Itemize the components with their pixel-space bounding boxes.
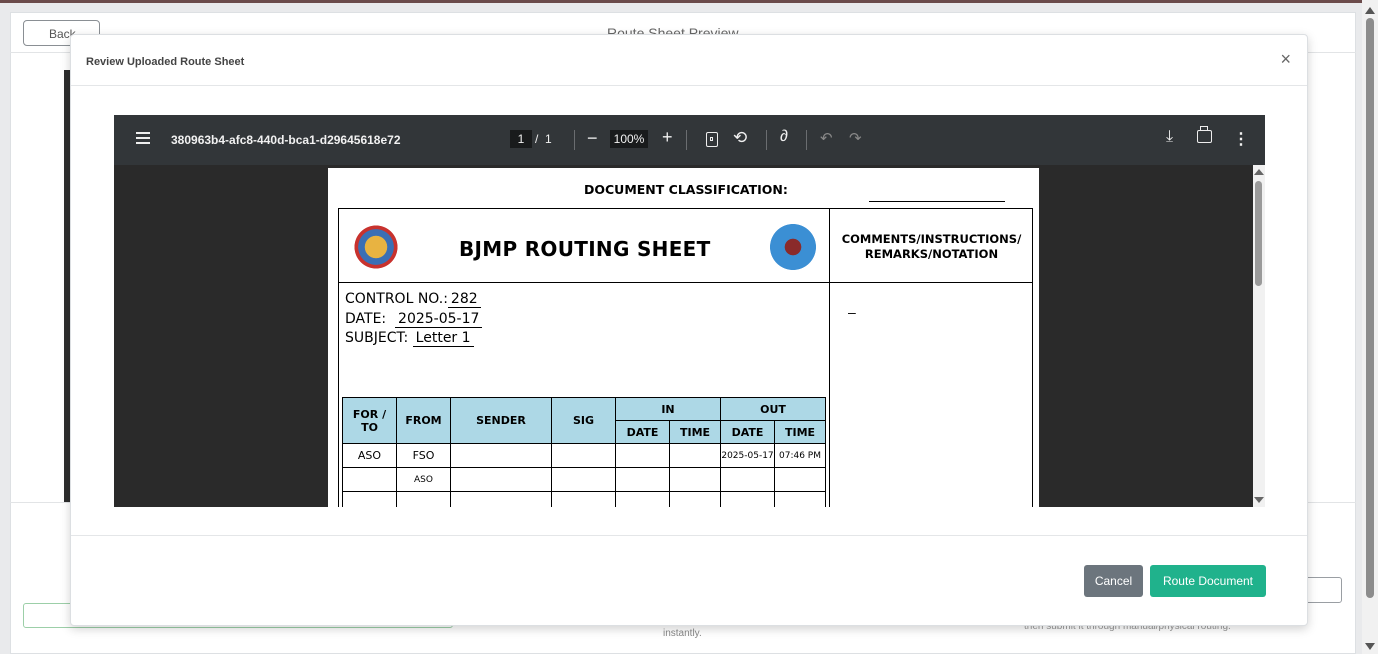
- cancel-button[interactable]: Cancel: [1084, 565, 1143, 597]
- toolbar-divider: [766, 130, 767, 150]
- subject-field: SUBJECT: Letter 1: [345, 330, 474, 347]
- table-row: ASO FSO 2025-05-17 07:46 PM: [342, 443, 826, 468]
- cell-for-to: ASO: [342, 443, 397, 468]
- subject-value: Letter 1: [412, 330, 474, 347]
- col-header-out-time: TIME: [774, 420, 826, 444]
- zoom-level-input[interactable]: 100%: [610, 130, 648, 148]
- cell-out-time: 07:46 PM: [774, 443, 826, 468]
- pdf-scroll-up-icon[interactable]: [1254, 169, 1264, 175]
- page-scroll-thumb[interactable]: [1366, 18, 1374, 598]
- pdf-scrollbar[interactable]: [1253, 165, 1265, 507]
- toolbar-divider: [806, 130, 807, 150]
- document-classification-label: DOCUMENT CLASSIFICATION:: [584, 182, 788, 197]
- control-no-label: CONTROL NO.:: [345, 291, 448, 307]
- cell-sig: [551, 467, 616, 492]
- col-header-out: OUT: [720, 397, 826, 421]
- col-header-sig: SIG: [551, 397, 616, 444]
- frame-divider-horizontal: [339, 282, 1033, 283]
- pdf-file-name: 380963b4-afc8-440d-bca1-d29645618e72: [171, 133, 401, 147]
- page-separator: /: [535, 132, 539, 146]
- background-note-left: instantly.: [663, 628, 702, 639]
- toolbar-divider: [686, 130, 687, 150]
- rotate-icon[interactable]: ⟲: [733, 128, 747, 148]
- col-header-in-time: TIME: [669, 420, 721, 444]
- pdf-toolbar: 380963b4-afc8-440d-bca1-d29645618e72 1 /…: [114, 115, 1265, 165]
- col-header-from: FROM: [396, 397, 451, 444]
- table-row: ASO: [342, 467, 826, 492]
- col-header-sender: SENDER: [450, 397, 552, 444]
- undo-icon[interactable]: ↶: [820, 129, 833, 147]
- cell-in-time: [669, 467, 721, 492]
- date-label: DATE:: [345, 311, 387, 327]
- col-header-for-to: FOR / TO: [342, 397, 397, 444]
- page-scrollbar[interactable]: [1362, 0, 1378, 654]
- pdf-page: DOCUMENT CLASSIFICATION: BJMP ROUTING SH…: [328, 168, 1039, 507]
- comments-header-line1: COMMENTS/INSTRUCTIONS/: [841, 232, 1022, 246]
- draw-icon[interactable]: ∂: [780, 128, 788, 146]
- print-icon[interactable]: [1197, 126, 1212, 143]
- cell-in-time: [669, 443, 721, 468]
- control-no-field: CONTROL NO.: 282: [345, 291, 481, 308]
- date-value: 2025-05-17: [395, 311, 483, 328]
- col-header-in: IN: [615, 397, 721, 421]
- zoom-in-icon[interactable]: +: [662, 127, 673, 148]
- cell-for-to: [342, 467, 397, 492]
- menu-icon[interactable]: [136, 132, 150, 144]
- cell-out-date: 2025-05-17: [720, 443, 775, 468]
- page-total: 1: [545, 132, 552, 146]
- close-icon[interactable]: ×: [1280, 50, 1291, 68]
- cell-sig: [551, 443, 616, 468]
- pdf-viewer: 380963b4-afc8-440d-bca1-d29645618e72 1 /…: [114, 115, 1265, 507]
- review-modal: Review Uploaded Route Sheet × 380963b4-a…: [70, 34, 1308, 626]
- routing-table: FOR / TO FROM SENDER SIG IN OUT DATE TIM…: [342, 397, 826, 507]
- routing-sheet-frame: BJMP ROUTING SHEET COMMENTS/INSTRUCTIONS…: [338, 208, 1033, 507]
- modal-header: Review Uploaded Route Sheet ×: [71, 35, 1307, 86]
- comments-header-line2: REMARKS/NOTATION: [864, 247, 999, 261]
- scroll-up-arrow-icon[interactable]: [1365, 7, 1375, 14]
- cell-in-date: [615, 443, 670, 468]
- cell-from: FSO: [396, 443, 451, 468]
- page-number-input[interactable]: 1: [510, 130, 532, 148]
- toolbar-divider: [574, 130, 575, 150]
- col-header-in-date: DATE: [615, 420, 670, 444]
- route-document-button[interactable]: Route Document: [1150, 565, 1266, 597]
- modal-footer-divider: [71, 535, 1307, 536]
- top-border-line: [0, 0, 1362, 3]
- cell-sender: [450, 443, 552, 468]
- download-icon[interactable]: ⤓: [1166, 128, 1173, 146]
- justice-seal-logo: [767, 221, 819, 273]
- more-icon[interactable]: ⋮: [1233, 129, 1249, 149]
- comments-text: –: [848, 304, 856, 320]
- pdf-scroll-thumb[interactable]: [1255, 181, 1262, 286]
- table-row: [342, 491, 826, 507]
- cell-out-time: [774, 467, 826, 492]
- date-field: DATE: 2025-05-17: [345, 311, 483, 328]
- cell-in-date: [615, 467, 670, 492]
- cell-from: ASO: [396, 467, 451, 492]
- cell-sender: [450, 467, 552, 492]
- zoom-out-icon[interactable]: −: [587, 128, 598, 149]
- control-no-value: 282: [447, 291, 481, 308]
- subject-label: SUBJECT:: [345, 330, 409, 346]
- fit-page-icon[interactable]: [706, 132, 718, 147]
- scroll-down-arrow-icon[interactable]: [1365, 643, 1375, 650]
- routing-sheet-title: BJMP ROUTING SHEET: [459, 237, 711, 261]
- cell-out-date: [720, 467, 775, 492]
- comments-header: COMMENTS/INSTRUCTIONS/ REMARKS/NOTATION: [830, 232, 1033, 262]
- col-header-out-date: DATE: [720, 420, 775, 444]
- bjmp-seal-logo: [350, 221, 402, 273]
- classification-blank-line: [869, 201, 1005, 202]
- pdf-scroll-down-icon[interactable]: [1254, 497, 1264, 503]
- pdf-canvas-area[interactable]: DOCUMENT CLASSIFICATION: BJMP ROUTING SH…: [114, 165, 1253, 507]
- modal-title: Review Uploaded Route Sheet: [86, 56, 245, 68]
- redo-icon[interactable]: ↷: [849, 129, 862, 147]
